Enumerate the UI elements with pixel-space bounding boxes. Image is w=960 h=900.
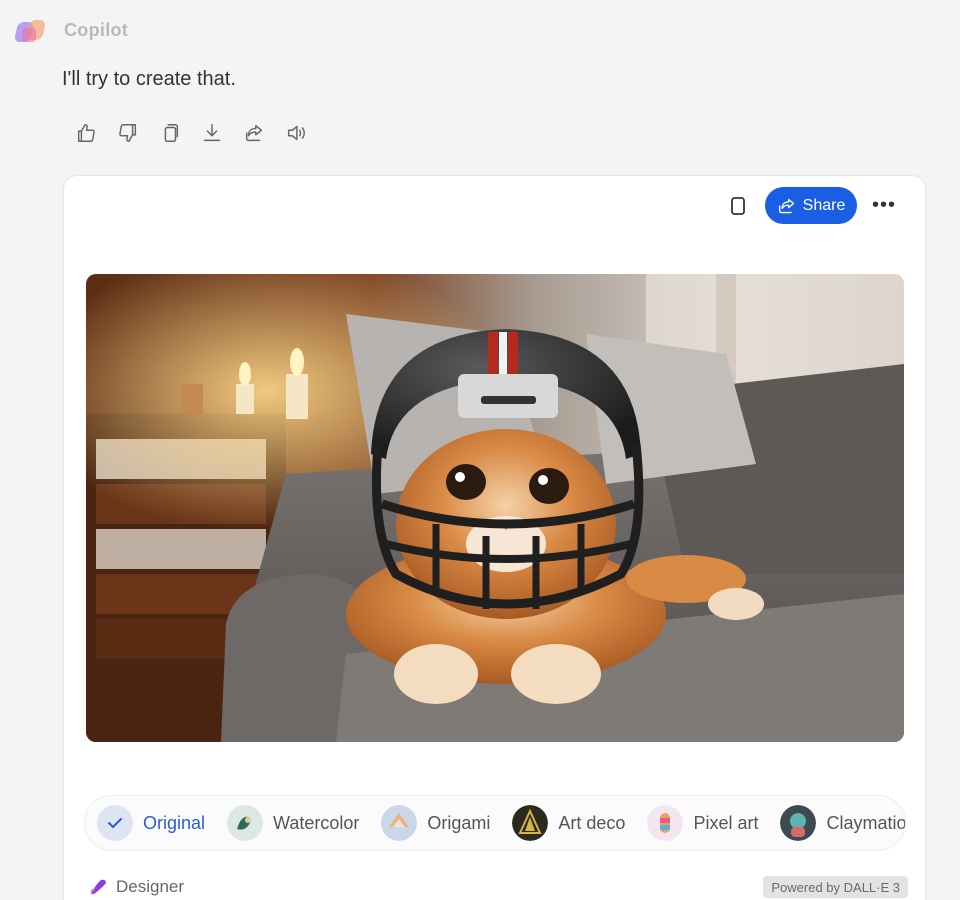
share-label: Share	[802, 196, 846, 214]
copy-image-button[interactable]	[724, 192, 752, 220]
share-button[interactable]: Share	[765, 187, 857, 224]
message-actions	[72, 119, 310, 147]
designer-label: Designer	[116, 877, 185, 896]
share-icon[interactable]	[240, 119, 268, 147]
pixel-art-thumb-icon	[647, 805, 684, 841]
generated-image[interactable]	[86, 274, 904, 742]
style-option-art-deco[interactable]: Art deco	[512, 805, 625, 841]
style-option-watercolor[interactable]: Watercolor	[227, 805, 359, 841]
claymation-thumb-icon	[780, 805, 817, 841]
style-label: Claymation	[826, 812, 906, 833]
style-option-pixel-art[interactable]: Pixel art	[647, 805, 758, 841]
art-deco-thumb-icon	[512, 805, 549, 841]
dislike-icon[interactable]	[114, 119, 142, 147]
speaker-icon[interactable]	[282, 119, 310, 147]
download-icon[interactable]	[198, 119, 226, 147]
style-label: Origami	[427, 812, 491, 833]
like-icon[interactable]	[72, 119, 100, 147]
style-option-origami[interactable]: Origami	[381, 805, 490, 841]
check-icon	[97, 805, 133, 841]
card-footer: Designer Powered by DALL·E 3	[88, 876, 908, 900]
style-label: Art deco	[558, 812, 626, 833]
style-options-bar: Original Watercolor Origami Art deco Pix…	[84, 795, 906, 851]
cat-helmet-image	[86, 274, 904, 742]
designer-link[interactable]: Designer	[88, 876, 184, 898]
share-icon	[778, 198, 794, 213]
copy-icon	[731, 197, 745, 215]
designer-icon	[90, 879, 106, 895]
watercolor-thumb-icon	[227, 805, 264, 841]
sender-header: Copilot	[13, 16, 129, 46]
sender-name: Copilot	[64, 19, 129, 40]
style-label: Watercolor	[273, 812, 360, 833]
copilot-logo-icon	[13, 18, 48, 44]
style-option-original[interactable]: Original	[97, 805, 205, 841]
origami-thumb-icon	[381, 805, 418, 841]
style-label: Original	[143, 812, 206, 833]
assistant-message: I'll try to create that.	[62, 68, 236, 90]
image-card: Share ••• Original Watercolor Origami Ar…	[63, 175, 926, 900]
style-label: Pixel art	[693, 812, 759, 833]
copy-icon[interactable]	[156, 119, 184, 147]
powered-by-badge: Powered by DALL·E 3	[763, 876, 908, 898]
more-options-button[interactable]: •••	[870, 190, 898, 220]
style-option-claymation[interactable]: Claymation	[780, 805, 906, 841]
